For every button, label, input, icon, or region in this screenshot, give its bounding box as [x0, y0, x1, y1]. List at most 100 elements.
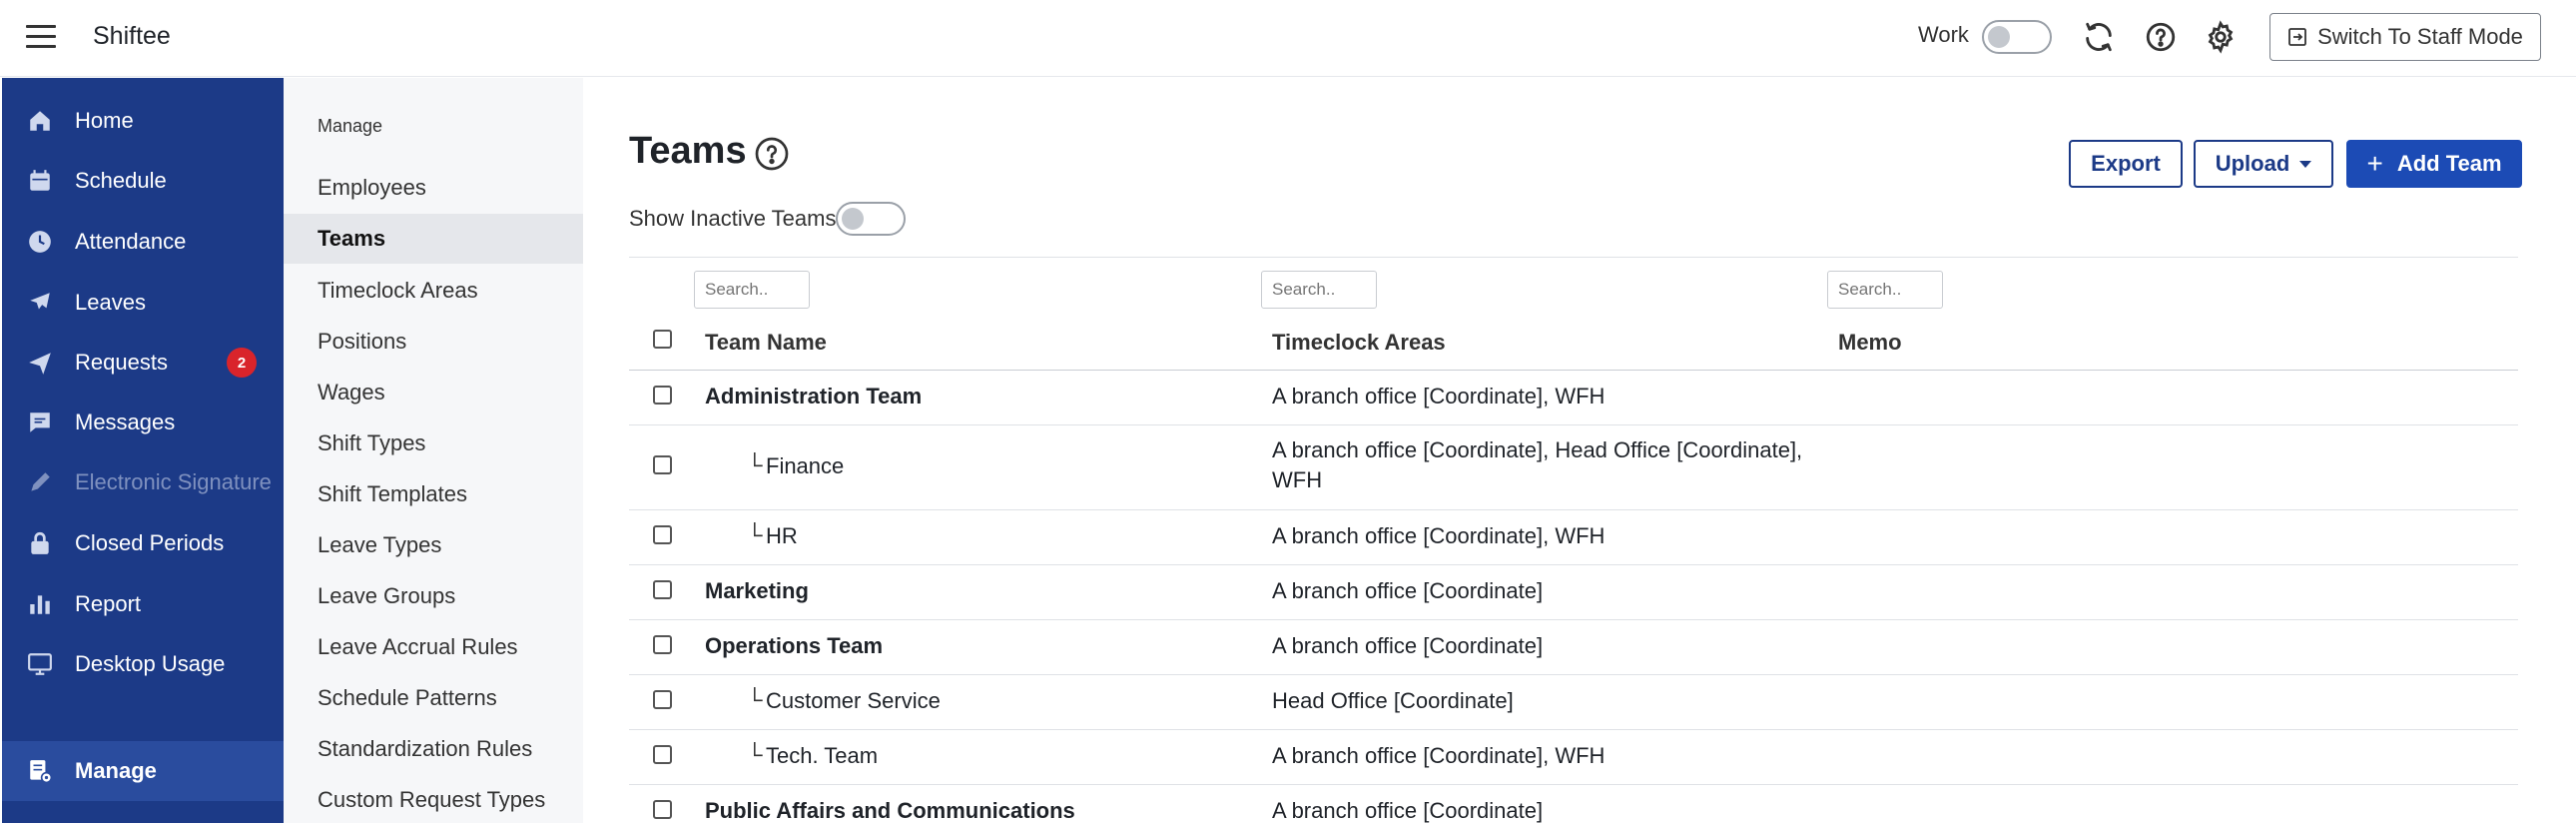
chevron-down-icon — [2299, 160, 2312, 168]
tree-branch-icon: └ — [747, 452, 763, 477]
menu-icon[interactable] — [26, 25, 56, 51]
row-divider — [629, 674, 2518, 675]
sidebar-item-schedule[interactable]: Schedule — [2, 153, 284, 209]
lock-icon — [31, 531, 49, 554]
subnav-item-timeclock-areas[interactable]: Timeclock Areas — [284, 266, 583, 316]
sidebar-item-closed-periods[interactable]: Closed Periods — [2, 515, 284, 571]
subnav-item-schedule-patterns[interactable]: Schedule Patterns — [284, 673, 583, 723]
row-checkbox[interactable] — [653, 525, 672, 544]
team-name-cell[interactable]: Operations Team — [705, 631, 883, 661]
sidebar-item-attendance[interactable]: Attendance — [2, 214, 284, 270]
column-header-memo[interactable]: Memo — [1838, 330, 1902, 356]
sidebar-item-messages[interactable]: Messages — [2, 395, 284, 450]
switch-staff-mode-label: Switch To Staff Mode — [2317, 24, 2523, 49]
timeclock-areas-cell: A branch office [Coordinate] — [1272, 633, 1544, 658]
timeclock-areas-cell: A branch office [Coordinate], WFH — [1272, 743, 1606, 768]
manage-subnav: Manage Employees Teams Timeclock Areas P… — [284, 78, 583, 823]
sidebar-item-desktop-usage[interactable]: Desktop Usage — [2, 636, 284, 692]
refresh-icon[interactable] — [2082, 20, 2116, 54]
subnav-item-teams[interactable]: Teams — [284, 214, 583, 264]
subnav-heading: Manage — [318, 116, 383, 136]
switch-staff-mode-button[interactable]: Switch To Staff Mode — [2269, 13, 2541, 61]
tree-branch-icon: └ — [747, 742, 763, 767]
row-checkbox[interactable] — [653, 800, 672, 819]
row-checkbox[interactable] — [653, 580, 672, 599]
column-header-team-name[interactable]: Team Name — [705, 330, 827, 356]
timeclock-areas-cell: Head Office [Coordinate] — [1272, 688, 1514, 713]
help-icon[interactable] — [2144, 20, 2178, 54]
team-name-cell[interactable]: Customer Service — [766, 686, 941, 716]
subnav-item-wages[interactable]: Wages — [284, 368, 583, 417]
subnav-item-leave-accrual-rules[interactable]: Leave Accrual Rules — [284, 622, 583, 672]
add-team-button[interactable]: + Add Team — [2346, 140, 2522, 188]
show-inactive-toggle[interactable] — [836, 202, 906, 236]
team-name-cell[interactable]: Finance — [766, 451, 844, 481]
timeclock-areas-cell: A branch office [Coordinate] — [1272, 798, 1544, 823]
row-divider — [629, 509, 2518, 510]
plane-icon — [30, 293, 50, 310]
sidebar-item-label: Leaves — [75, 290, 146, 315]
subnav-item-shift-types[interactable]: Shift Types — [284, 418, 583, 468]
sidebar-item-label: Home — [75, 108, 134, 133]
row-checkbox[interactable] — [653, 386, 672, 405]
sidebar-item-label: Closed Periods — [75, 530, 225, 555]
manage-icon — [30, 760, 53, 784]
sidebar-item-label: Attendance — [75, 229, 187, 254]
tree-branch-icon: └ — [747, 687, 763, 712]
row-checkbox[interactable] — [653, 455, 672, 474]
sidebar-item-manage[interactable]: Manage — [2, 741, 284, 801]
home-icon — [30, 111, 50, 131]
row-checkbox[interactable] — [653, 745, 672, 764]
subnav-item-shift-templates[interactable]: Shift Templates — [284, 469, 583, 519]
team-name-search-input[interactable] — [694, 271, 810, 309]
subnav-item-employees[interactable]: Employees — [284, 163, 583, 213]
team-name-cell[interactable]: Public Affairs and Communications — [705, 796, 1075, 826]
row-divider — [629, 564, 2518, 565]
subnav-item-custom-request-types[interactable]: Custom Request Types — [284, 775, 583, 825]
team-name-cell[interactable]: HR — [766, 521, 798, 551]
app-title: Shiftee — [93, 22, 171, 50]
row-checkbox[interactable] — [653, 635, 672, 654]
sidebar-item-label: Schedule — [75, 168, 167, 193]
sidebar-item-home[interactable]: Home — [2, 93, 284, 149]
top-bar: Shiftee Work Switch To Staff Mode — [0, 0, 2576, 77]
work-toggle[interactable] — [1982, 20, 2052, 54]
clock-icon — [29, 231, 51, 253]
timeclock-areas-cell: A branch office [Coordinate] — [1272, 578, 1544, 603]
timeclock-areas-cell: A branch office [Coordinate], WFH — [1272, 523, 1606, 548]
sidebar-item-label: Requests — [75, 350, 168, 375]
select-all-checkbox[interactable] — [653, 330, 672, 349]
upload-button[interactable]: Upload — [2194, 140, 2333, 188]
sidebar-item-leaves[interactable]: Leaves — [2, 275, 284, 331]
table-top-divider — [629, 257, 2518, 258]
sidebar-item-electronic-signature[interactable]: Electronic Signature — [2, 454, 284, 510]
send-icon — [29, 353, 51, 375]
main-content: Teams Show Inactive Teams Export Upload … — [583, 78, 2576, 823]
calendar-icon — [30, 170, 50, 191]
row-divider — [629, 784, 2518, 785]
show-inactive-label: Show Inactive Teams — [629, 206, 837, 231]
subnav-item-leave-types[interactable]: Leave Types — [284, 520, 583, 570]
subnav-item-leave-groups[interactable]: Leave Groups — [284, 571, 583, 621]
timeclock-areas-search-input[interactable] — [1261, 271, 1377, 309]
switch-icon — [2288, 28, 2306, 46]
subnav-item-positions[interactable]: Positions — [284, 317, 583, 367]
message-icon — [30, 413, 50, 432]
team-name-cell[interactable]: Administration Team — [705, 382, 922, 412]
team-name-cell[interactable]: Marketing — [705, 576, 809, 606]
memo-search-input[interactable] — [1827, 271, 1943, 309]
export-button[interactable]: Export — [2069, 140, 2183, 188]
team-name-cell[interactable]: Tech. Team — [766, 741, 878, 771]
bar-chart-icon — [30, 595, 50, 614]
subnav-item-standardization-rules[interactable]: Standardization Rules — [284, 724, 583, 774]
sidebar-item-label: Desktop Usage — [75, 651, 226, 676]
sidebar-item-report[interactable]: Report — [2, 576, 284, 632]
column-header-timeclock-areas[interactable]: Timeclock Areas — [1272, 330, 1446, 356]
gear-icon[interactable] — [2204, 20, 2238, 54]
sidebar-item-requests[interactable]: Requests 2 — [2, 335, 284, 391]
row-checkbox[interactable] — [653, 690, 672, 709]
timeclock-areas-cell: A branch office [Coordinate], WFH — [1272, 384, 1606, 409]
timeclock-areas-cell: A branch office [Coordinate], Head Offic… — [1272, 437, 1803, 462]
help-icon[interactable] — [754, 136, 790, 172]
table-header-divider — [629, 370, 2518, 371]
